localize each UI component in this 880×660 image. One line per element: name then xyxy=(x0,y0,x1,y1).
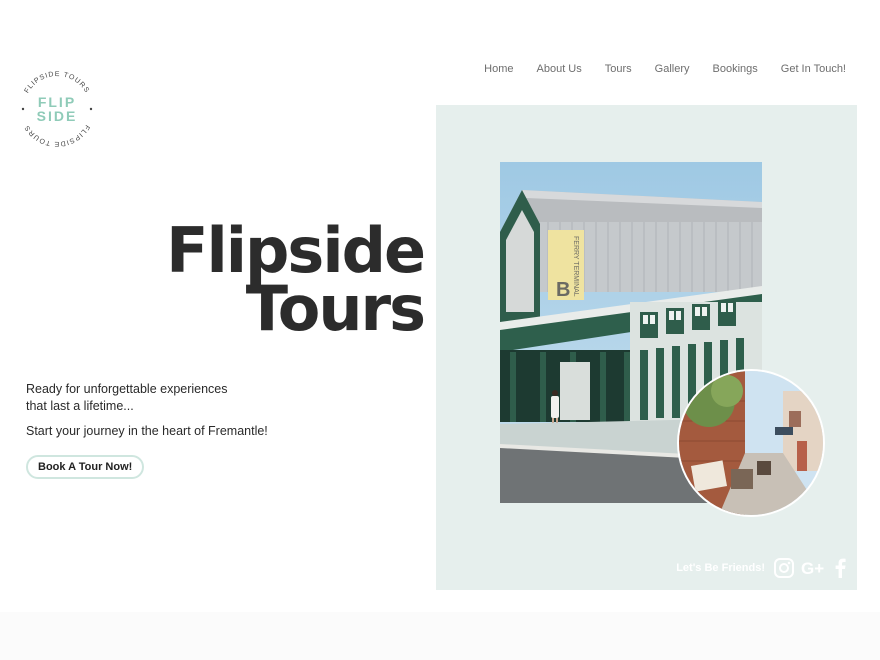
sign-letter: B xyxy=(556,279,570,301)
main-nav: Home About Us Tours Gallery Bookings Get… xyxy=(484,63,846,75)
svg-text:G+: G+ xyxy=(801,559,824,578)
sign-text: FERRY TERMINAL xyxy=(572,236,579,297)
nav-gallery[interactable]: Gallery xyxy=(655,63,690,75)
street-scene-photo xyxy=(677,369,825,517)
logo-dot-left xyxy=(21,107,25,111)
google-plus-icon[interactable]: G+ xyxy=(801,557,827,579)
intro-line-2: that last a lifetime... xyxy=(26,399,134,413)
hero-title: Flipside Tours xyxy=(166,220,426,345)
social-links: Let's Be Friends! G+ xyxy=(676,557,847,579)
nav-home[interactable]: Home xyxy=(484,63,513,75)
logo-ring-bottom-text: FLIPSIDE TOURS xyxy=(24,123,91,147)
intro-line-1: Ready for unforgettable experiences xyxy=(26,382,228,396)
svg-text:FLIPSIDE TOURS: FLIPSIDE TOURS xyxy=(24,123,91,147)
nav-bookings[interactable]: Bookings xyxy=(713,63,758,75)
nav-about-us[interactable]: About Us xyxy=(537,63,582,75)
logo-word-bottom: SIDE xyxy=(37,108,78,124)
nav-tours[interactable]: Tours xyxy=(605,63,632,75)
intro-line-3: Start your journey in the heart of Frema… xyxy=(26,424,268,438)
logo-badge: FLIPSIDE TOURS FLIPSIDE TOURS FLIP SIDE xyxy=(21,71,93,147)
logo-dot-right xyxy=(89,107,93,111)
svg-text:FLIPSIDE TOURS: FLIPSIDE TOURS xyxy=(24,71,91,95)
facebook-icon[interactable] xyxy=(833,557,847,579)
book-tour-button[interactable]: Book A Tour Now! xyxy=(26,455,145,479)
footer-band xyxy=(0,612,880,660)
logo-ring-top-text: FLIPSIDE TOURS xyxy=(24,71,90,95)
flipside-logo[interactable]: FLIPSIDE TOURS FLIPSIDE TOURS FLIP SIDE xyxy=(16,68,98,150)
hero-intro: Ready for unforgettable experiences that… xyxy=(26,381,268,440)
social-label: Let's Be Friends! xyxy=(676,562,765,574)
hero-title-line-2: Tours xyxy=(245,272,426,345)
instagram-icon[interactable] xyxy=(773,557,795,579)
nav-get-in-touch[interactable]: Get In Touch! xyxy=(781,63,846,75)
